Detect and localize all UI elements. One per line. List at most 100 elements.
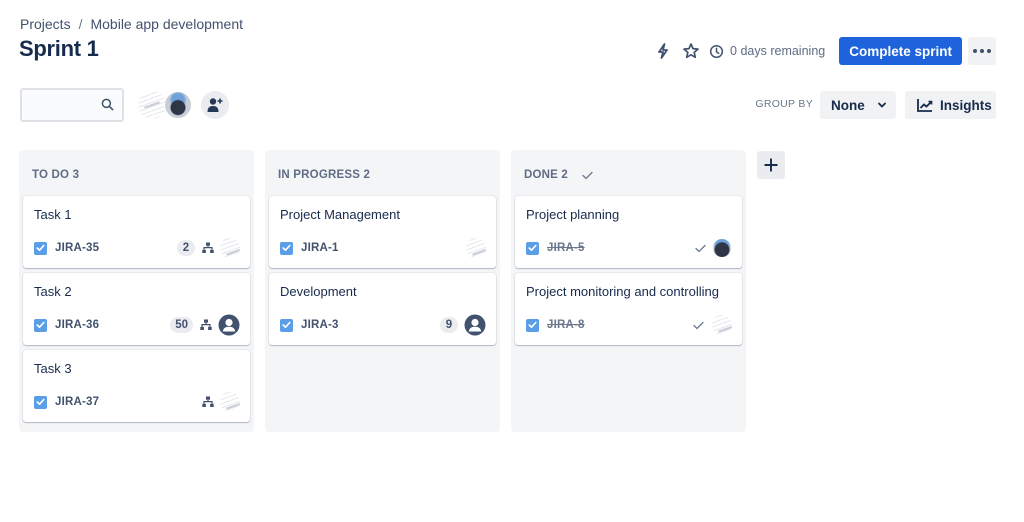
complete-sprint-button[interactable]: Complete sprint bbox=[839, 37, 962, 65]
issue-card[interactable]: Development JIRA-3 9 bbox=[269, 273, 496, 345]
issue-card[interactable]: Task 2 JIRA-36 50 bbox=[23, 273, 250, 345]
issue-summary: Task 1 bbox=[34, 207, 72, 222]
plus-icon bbox=[764, 158, 778, 172]
issue-card[interactable]: Task 3 JIRA-37 bbox=[23, 350, 250, 422]
board-column: DONE 2 Project planning JIRA-5 Project moni… bbox=[511, 150, 746, 432]
search-icon bbox=[101, 98, 114, 111]
dot bbox=[987, 49, 991, 53]
insights-label: Insights bbox=[940, 97, 992, 113]
breadcrumb: Projects / Mobile app development bbox=[20, 16, 243, 32]
child-issues-indicator bbox=[201, 395, 215, 409]
task-type-icon bbox=[526, 241, 539, 255]
assignee-filter-avatars bbox=[138, 91, 192, 119]
issue-card[interactable]: Project monitoring and controlling JIRA-8 bbox=[515, 273, 742, 345]
column-header[interactable]: IN PROGRESS 2 bbox=[269, 154, 496, 196]
child-issues-icon bbox=[200, 319, 212, 330]
column-header[interactable]: DONE 2 bbox=[515, 154, 742, 196]
chart-trend-icon bbox=[917, 99, 933, 112]
board-column: TO DO 3 Task 1 JIRA-35 2 Task 2 JIRA-36 50 Task… bbox=[19, 150, 254, 432]
issue-key[interactable]: JIRA-8 bbox=[547, 319, 585, 331]
done-check-icon bbox=[582, 171, 593, 179]
days-remaining-text: 0 days remaining bbox=[730, 44, 826, 58]
star-button[interactable] bbox=[677, 37, 705, 65]
dot bbox=[980, 49, 984, 53]
issue-card[interactable]: Project Management JIRA-1 bbox=[269, 196, 496, 268]
sprint-board: TO DO 3 Task 1 JIRA-35 2 Task 2 JIRA-36 50 Task… bbox=[19, 150, 746, 432]
done-check-icon bbox=[695, 244, 706, 252]
task-type-icon bbox=[34, 241, 47, 255]
card-footer: JIRA-35 2 bbox=[34, 238, 240, 258]
clock-icon bbox=[709, 44, 724, 58]
search-input[interactable] bbox=[22, 90, 100, 120]
issue-summary: Task 2 bbox=[34, 284, 72, 299]
issue-summary: Project Management bbox=[280, 207, 400, 222]
star-icon bbox=[683, 43, 699, 59]
search-field[interactable] bbox=[20, 88, 124, 122]
group-by-select[interactable]: None bbox=[820, 91, 896, 119]
card-footer: JIRA-1 bbox=[280, 238, 486, 258]
task-type-icon bbox=[34, 318, 47, 332]
avatar-filter-user-1[interactable] bbox=[138, 91, 166, 119]
days-remaining: 0 days remaining bbox=[709, 44, 825, 59]
card-footer: JIRA-3 9 bbox=[280, 314, 486, 336]
issue-summary: Development bbox=[280, 284, 357, 299]
issue-summary: Project monitoring and controlling bbox=[526, 284, 719, 299]
issue-summary: Task 3 bbox=[34, 361, 72, 376]
add-person-icon bbox=[207, 98, 223, 112]
resolved-indicator bbox=[693, 321, 704, 330]
column-title: DONE 2 bbox=[524, 169, 569, 181]
child-issues-indicator bbox=[199, 318, 213, 332]
task-type-icon bbox=[526, 318, 539, 332]
issue-summary: Project planning bbox=[526, 207, 620, 222]
assignee-avatar[interactable] bbox=[220, 238, 240, 258]
breadcrumb-projects[interactable]: Projects bbox=[20, 16, 71, 32]
automation-button[interactable] bbox=[649, 37, 677, 65]
done-check-icon bbox=[693, 321, 704, 329]
page-title: Sprint 1 bbox=[19, 36, 99, 61]
issue-key[interactable]: JIRA-1 bbox=[301, 242, 339, 254]
breadcrumb-separator: / bbox=[78, 16, 83, 32]
header-actions: 0 days remaining Complete sprint bbox=[649, 37, 996, 65]
issue-key[interactable]: JIRA-37 bbox=[55, 396, 99, 408]
task-type-icon bbox=[280, 241, 293, 255]
board-column: IN PROGRESS 2 Project Management JIRA-1 Dev… bbox=[265, 150, 500, 432]
child-issues-indicator bbox=[201, 241, 215, 255]
chevron-down-icon bbox=[877, 102, 886, 108]
task-type-icon bbox=[280, 318, 293, 332]
card-footer: JIRA-37 bbox=[34, 392, 240, 412]
resolved-indicator bbox=[695, 244, 706, 253]
add-column-button[interactable] bbox=[757, 151, 785, 179]
column-title: IN PROGRESS 2 bbox=[278, 169, 371, 181]
avatar-filter-user-2[interactable] bbox=[164, 91, 192, 119]
add-people-button[interactable] bbox=[201, 91, 229, 119]
assignee-avatar[interactable] bbox=[466, 238, 486, 258]
child-issues-icon bbox=[202, 242, 214, 253]
assignee-avatar[interactable] bbox=[712, 315, 732, 335]
insights-button[interactable]: Insights bbox=[905, 91, 996, 119]
group-by-label: GROUP BY bbox=[755, 98, 813, 110]
card-footer: JIRA-36 50 bbox=[34, 314, 240, 336]
issue-key[interactable]: JIRA-5 bbox=[547, 242, 585, 254]
breadcrumb-project[interactable]: Mobile app development bbox=[90, 16, 243, 32]
issue-card[interactable]: Task 1 JIRA-35 2 bbox=[23, 196, 250, 268]
assignee-avatar[interactable] bbox=[464, 314, 486, 336]
story-points-badge: 50 bbox=[170, 317, 193, 333]
lightning-icon bbox=[658, 43, 668, 59]
assignee-avatar[interactable] bbox=[220, 392, 240, 412]
group-by-value: None bbox=[831, 97, 865, 113]
column-header[interactable]: TO DO 3 bbox=[23, 154, 250, 196]
assignee-avatar[interactable] bbox=[218, 314, 240, 336]
more-actions-button[interactable] bbox=[968, 37, 996, 65]
column-title: TO DO 3 bbox=[32, 169, 80, 181]
issue-key[interactable]: JIRA-36 bbox=[55, 319, 99, 331]
more-horizontal-icon bbox=[973, 49, 977, 53]
assignee-avatar[interactable] bbox=[712, 238, 732, 258]
story-points-badge: 2 bbox=[177, 240, 195, 256]
task-type-icon bbox=[34, 395, 47, 409]
issue-card[interactable]: Project planning JIRA-5 bbox=[515, 196, 742, 268]
story-points-badge: 9 bbox=[440, 317, 458, 333]
issue-key[interactable]: JIRA-35 bbox=[55, 242, 99, 254]
child-issues-icon bbox=[202, 396, 214, 407]
issue-key[interactable]: JIRA-3 bbox=[301, 319, 339, 331]
card-footer: JIRA-8 bbox=[526, 315, 732, 335]
